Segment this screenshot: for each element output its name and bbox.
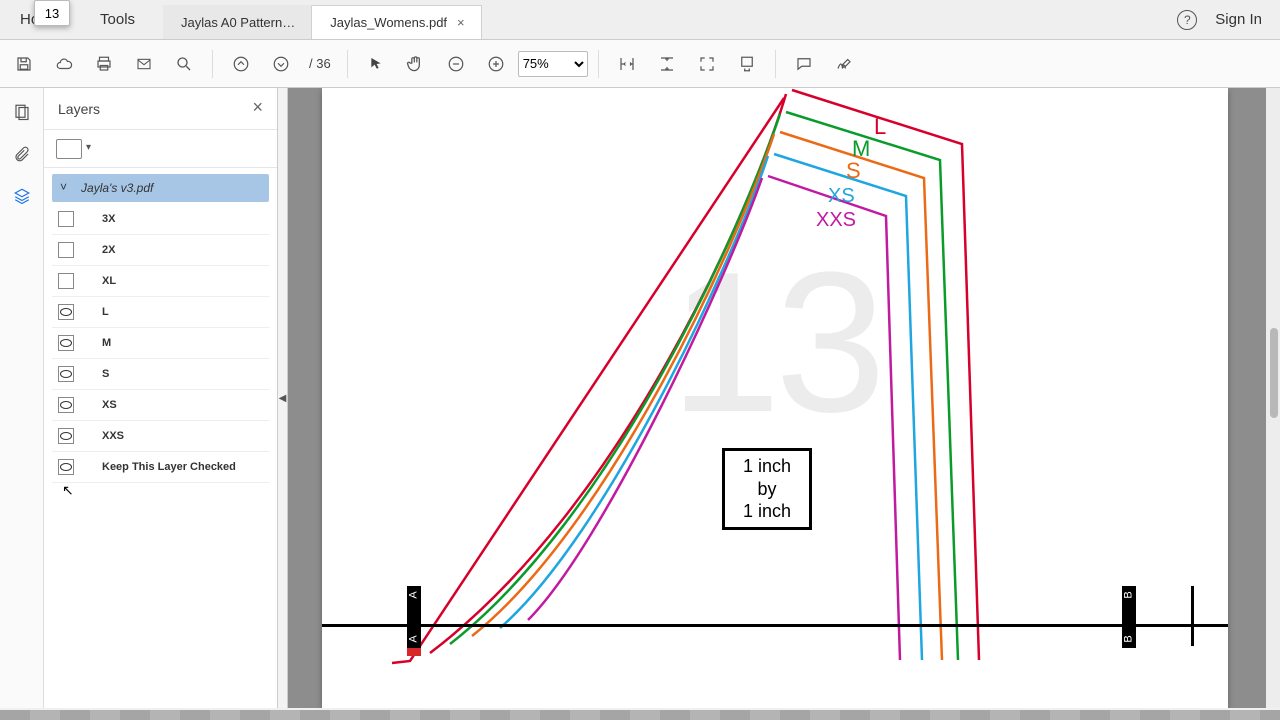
- page-up-icon[interactable]: [223, 46, 259, 82]
- fit-width-icon[interactable]: [609, 46, 645, 82]
- tab-label: Jaylas_Womens.pdf: [330, 15, 447, 30]
- panel-collapse-handle[interactable]: ◀: [278, 88, 288, 708]
- chevron-down-icon: ˅: [60, 180, 67, 194]
- layer-row[interactable]: 2X: [52, 235, 269, 266]
- zoom-select[interactable]: 75%: [518, 51, 588, 77]
- visibility-toggle[interactable]: [58, 211, 74, 227]
- layer-name: S: [102, 368, 109, 380]
- chevron-left-icon: ◀: [279, 393, 287, 404]
- menu-tools[interactable]: Tools: [80, 0, 155, 39]
- panel-title: Layers: [58, 101, 100, 117]
- print-icon[interactable]: [86, 46, 122, 82]
- layer-row[interactable]: Keep This Layer Checked: [52, 452, 269, 483]
- layers-panel: Layers × ˅ Jayla's v3.pdf 3X 2X XL L M S…: [44, 88, 278, 708]
- layer-root[interactable]: ˅ Jayla's v3.pdf: [52, 174, 269, 202]
- sign-icon[interactable]: [826, 46, 862, 82]
- read-mode-icon[interactable]: [729, 46, 765, 82]
- visibility-toggle[interactable]: [58, 397, 74, 413]
- visibility-toggle[interactable]: [58, 273, 74, 289]
- marker-a: A A: [407, 586, 421, 648]
- zoom-in-icon[interactable]: [478, 46, 514, 82]
- right-tick: [1191, 586, 1194, 646]
- help-icon[interactable]: ?: [1177, 10, 1197, 30]
- layer-name: XL: [102, 275, 116, 287]
- pdf-page: 13 L M S: [322, 88, 1228, 708]
- layer-row[interactable]: L: [52, 297, 269, 328]
- close-icon[interactable]: ×: [457, 15, 465, 30]
- save-icon[interactable]: [6, 46, 42, 82]
- fullscreen-icon[interactable]: [689, 46, 725, 82]
- layer-row[interactable]: XL: [52, 266, 269, 297]
- fit-height-icon[interactable]: [649, 46, 685, 82]
- scale-box: 1 inch by 1 inch: [722, 448, 812, 530]
- layer-row[interactable]: XXS: [52, 421, 269, 452]
- page-down-icon[interactable]: [263, 46, 299, 82]
- tab-active-doc[interactable]: Jaylas_Womens.pdf ×: [312, 5, 481, 39]
- page-total: / 36: [303, 56, 337, 71]
- thumbnails-icon[interactable]: [10, 100, 34, 124]
- layer-name: L: [102, 306, 109, 318]
- visibility-toggle[interactable]: [58, 335, 74, 351]
- cursor-icon: ↖: [62, 482, 74, 499]
- tab-label: Jaylas A0 Pattern…: [181, 15, 295, 30]
- visibility-toggle[interactable]: [58, 459, 74, 475]
- baseline: [322, 624, 1228, 627]
- layer-name: Keep This Layer Checked: [102, 461, 236, 473]
- layer-root-name: Jayla's v3.pdf: [81, 181, 153, 195]
- select-tool-icon[interactable]: [358, 46, 394, 82]
- pattern-curves: L M S XS XXS: [322, 88, 1228, 708]
- svg-text:S: S: [846, 158, 861, 183]
- cloud-icon[interactable]: [46, 46, 82, 82]
- marker-b: B B: [1122, 586, 1136, 648]
- zoom-out-icon[interactable]: [438, 46, 474, 82]
- toolbar: / 36 75%: [0, 40, 1280, 88]
- svg-text:L: L: [874, 114, 886, 139]
- menu-bar: Home Tools Jaylas A0 Pattern… Jaylas_Wom…: [0, 0, 1280, 40]
- layers-icon[interactable]: [10, 184, 34, 208]
- layer-name: XXS: [102, 430, 124, 442]
- tab-background-doc[interactable]: Jaylas A0 Pattern…: [163, 5, 312, 39]
- layer-list: ˅ Jayla's v3.pdf 3X 2X XL L M S XS XXS K…: [44, 168, 277, 708]
- layer-row[interactable]: XS: [52, 390, 269, 421]
- svg-text:XS: XS: [828, 185, 855, 207]
- close-icon[interactable]: ×: [252, 97, 263, 118]
- search-icon[interactable]: [166, 46, 202, 82]
- document-viewport[interactable]: 13 L M S: [288, 88, 1280, 708]
- sign-in-link[interactable]: Sign In: [1215, 11, 1262, 28]
- page-number-input[interactable]: [34, 0, 70, 26]
- side-rail: [0, 88, 44, 708]
- scrollbar-thumb[interactable]: [1270, 328, 1278, 418]
- vertical-scrollbar[interactable]: [1266, 88, 1280, 708]
- comment-icon[interactable]: [786, 46, 822, 82]
- visibility-toggle[interactable]: [58, 428, 74, 444]
- layer-row[interactable]: M: [52, 328, 269, 359]
- layer-row[interactable]: S: [52, 359, 269, 390]
- layer-row[interactable]: 3X: [52, 204, 269, 235]
- layer-name: XS: [102, 399, 117, 411]
- visibility-toggle[interactable]: [58, 366, 74, 382]
- hand-tool-icon[interactable]: [398, 46, 434, 82]
- dock-shadow: [0, 710, 1280, 720]
- layer-name: 3X: [102, 213, 115, 225]
- visibility-toggle[interactable]: [58, 304, 74, 320]
- document-tabs: Jaylas A0 Pattern… Jaylas_Womens.pdf ×: [163, 0, 482, 39]
- layer-name: 2X: [102, 244, 115, 256]
- layer-options-menu[interactable]: [56, 139, 82, 159]
- svg-text:XXS: XXS: [816, 209, 856, 231]
- attachments-icon[interactable]: [10, 142, 34, 166]
- layer-name: M: [102, 337, 111, 349]
- mail-icon[interactable]: [126, 46, 162, 82]
- visibility-toggle[interactable]: [58, 242, 74, 258]
